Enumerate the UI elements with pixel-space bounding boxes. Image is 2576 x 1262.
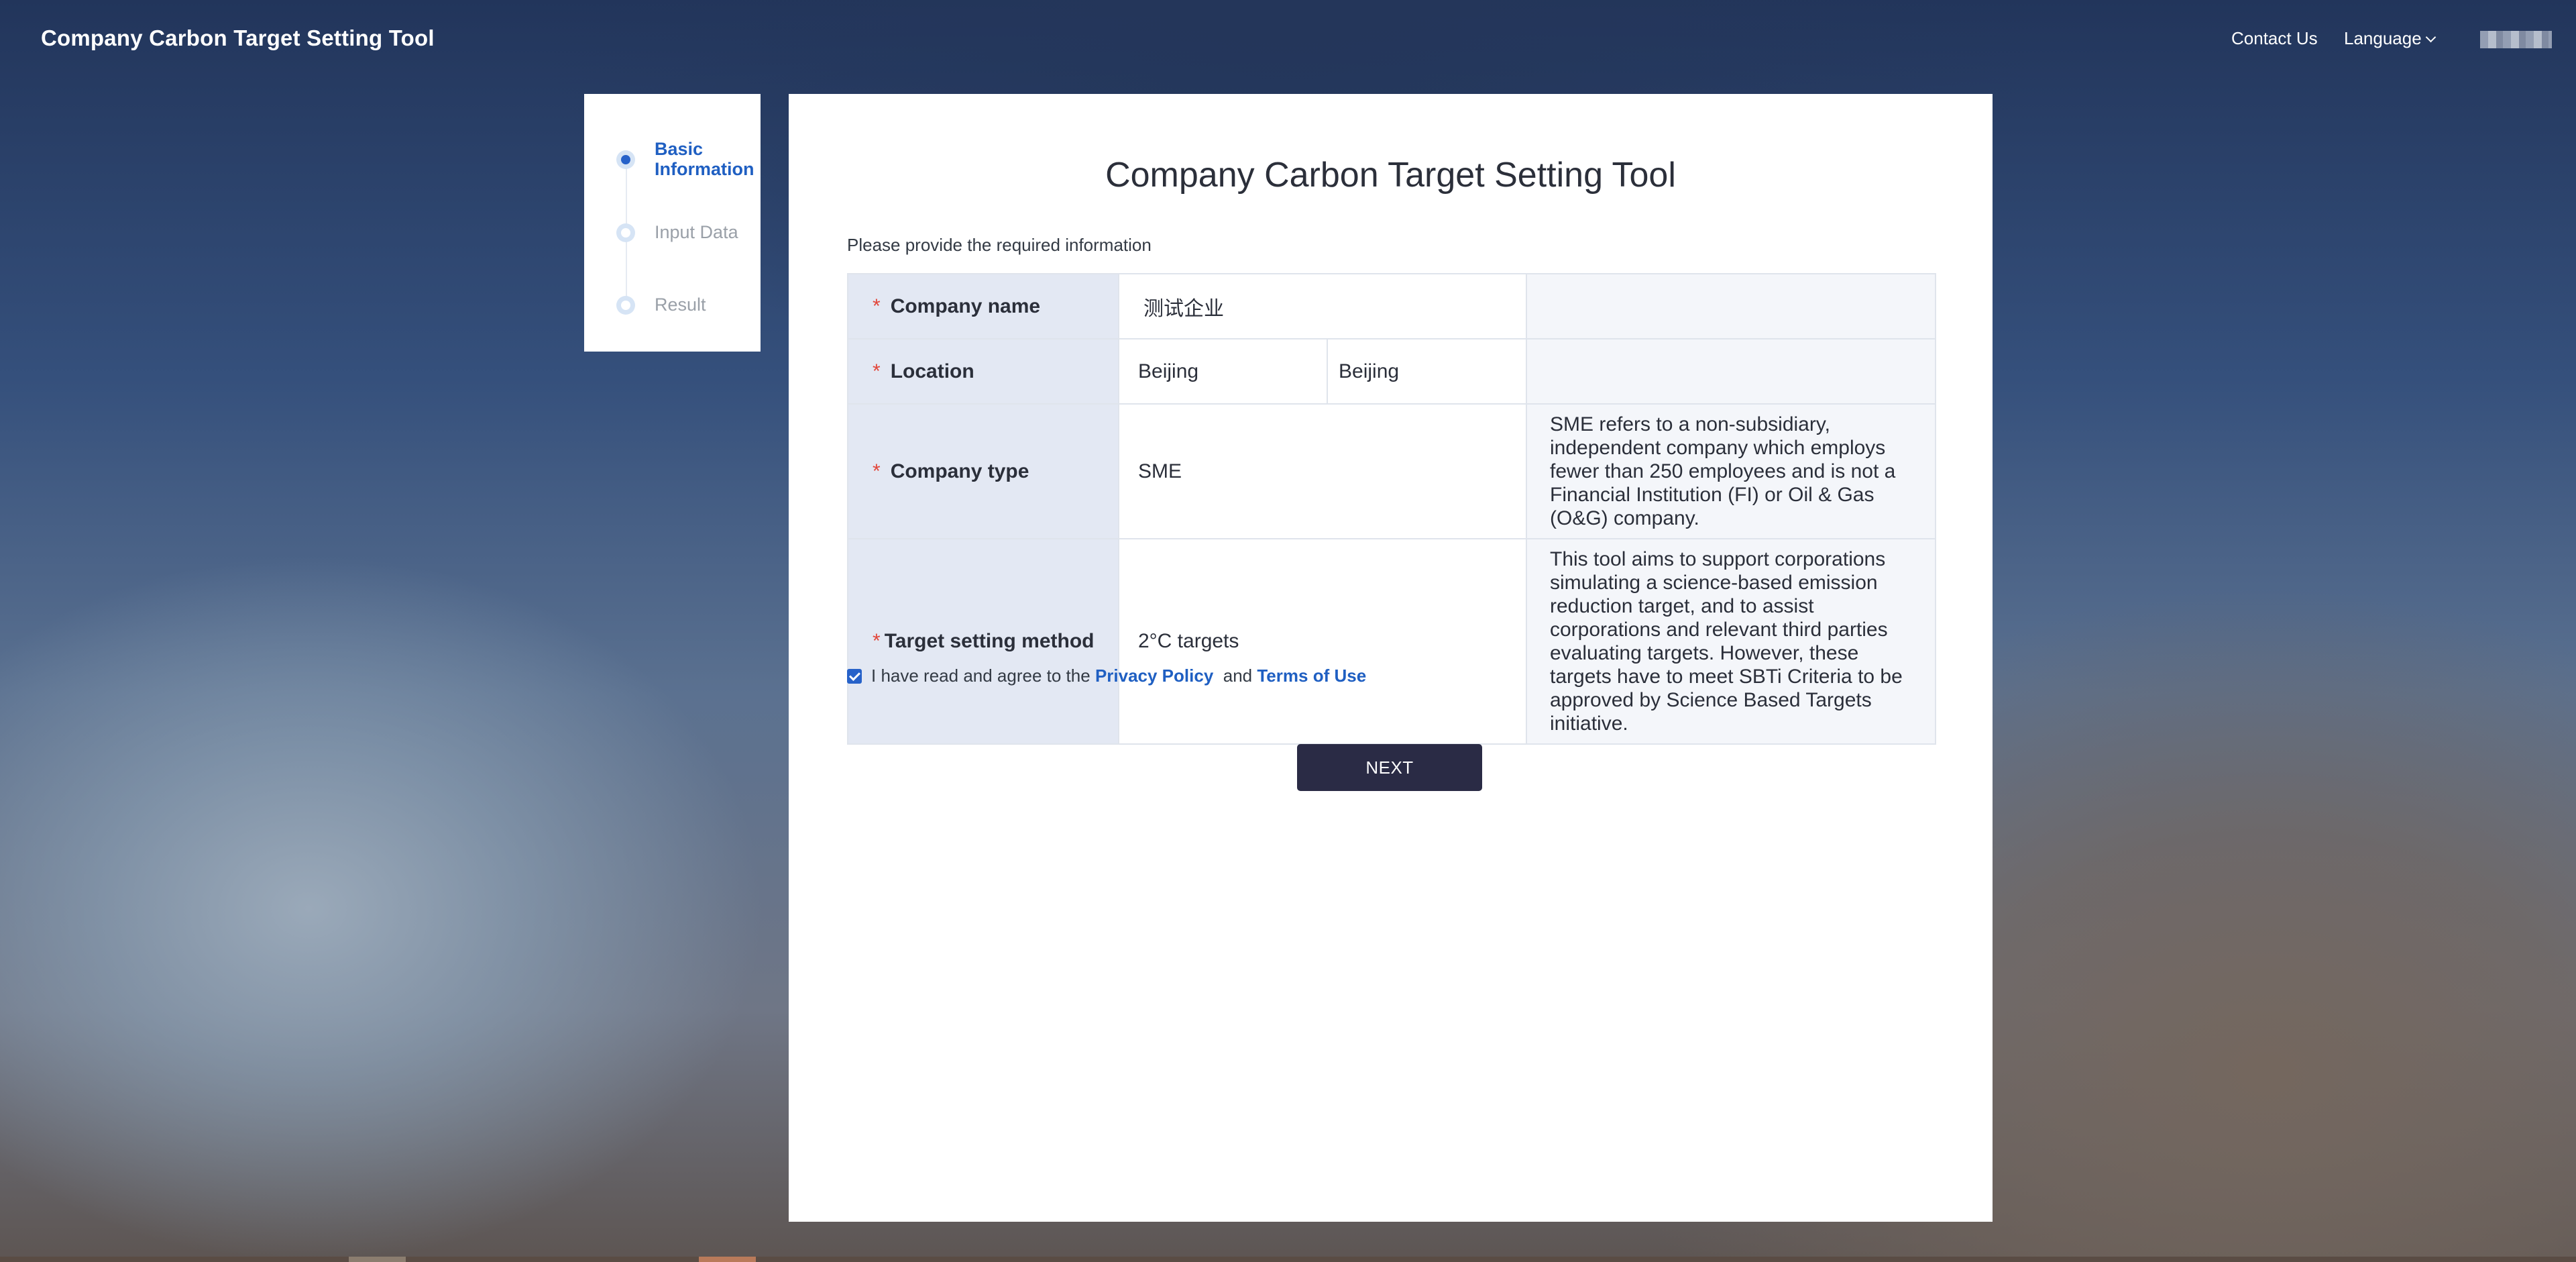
form-row-target-method: * Target setting method 2°C targets This …: [847, 538, 1936, 745]
next-button[interactable]: NEXT: [1297, 744, 1482, 791]
page-title: Company Carbon Target Setting Tool: [1105, 156, 1676, 195]
agree-checkbox[interactable]: [847, 669, 862, 684]
form-row-company-name: * Company name 测试企业: [847, 273, 1936, 339]
company-name-note: [1526, 273, 1936, 339]
form-card: Company Carbon Target Setting Tool Pleas…: [789, 94, 1993, 1222]
terms-of-use-link[interactable]: Terms of Use: [1257, 666, 1366, 686]
required-mark: *: [873, 360, 881, 382]
step-dot-icon: [616, 296, 635, 315]
contact-us-link[interactable]: Contact Us: [2231, 28, 2318, 49]
required-mark: *: [873, 630, 881, 652]
top-navigation-bar: Company Carbon Target Setting Tool Conta…: [0, 0, 2576, 77]
agree-and-text: and: [1223, 666, 1253, 686]
location-city-select[interactable]: Beijing: [1327, 338, 1527, 405]
target-method-select[interactable]: 2°C targets: [1118, 538, 1527, 745]
form-instructions: Please provide the required information: [847, 235, 1152, 255]
bottom-edge: [0, 1257, 2576, 1262]
target-method-label: * Target setting method: [847, 538, 1119, 745]
app-title[interactable]: Company Carbon Target Setting Tool: [41, 25, 435, 51]
step-label: Basic Information: [655, 139, 754, 179]
step-label: Result: [655, 295, 706, 315]
company-name-label: * Company name: [847, 273, 1119, 339]
location-label: * Location: [847, 338, 1119, 405]
progress-stepper: Basic Information Input Data Result: [584, 94, 761, 352]
language-label: Language: [2344, 28, 2422, 48]
location-province-select[interactable]: Beijing: [1118, 338, 1328, 405]
target-method-note: This tool aims to support corporations s…: [1526, 538, 1936, 745]
agree-prefix-text: I have read and agree to the: [871, 666, 1090, 686]
step-dot-icon: [616, 150, 635, 169]
privacy-policy-link[interactable]: Privacy Policy: [1095, 666, 1213, 686]
chevron-down-icon: [2425, 32, 2436, 43]
form-row-location: * Location Beijing Beijing: [847, 338, 1936, 405]
company-type-note: SME refers to a non-subsidiary, independ…: [1526, 403, 1936, 539]
company-name-input[interactable]: 测试企业: [1118, 273, 1527, 339]
step-label: Input Data: [655, 222, 738, 242]
language-dropdown[interactable]: Language: [2344, 28, 2436, 49]
location-note: [1526, 338, 1936, 405]
company-type-label: * Company type: [847, 403, 1119, 539]
required-mark: *: [873, 460, 881, 482]
step-dot-icon: [616, 223, 635, 242]
form-row-company-type: * Company type SME SME refers to a non-su…: [847, 403, 1936, 539]
company-type-select[interactable]: SME: [1118, 403, 1527, 539]
required-mark: *: [873, 295, 881, 317]
user-avatar[interactable]: [2480, 31, 2552, 48]
terms-agreement: I have read and agree to the Privacy Pol…: [847, 666, 1366, 686]
